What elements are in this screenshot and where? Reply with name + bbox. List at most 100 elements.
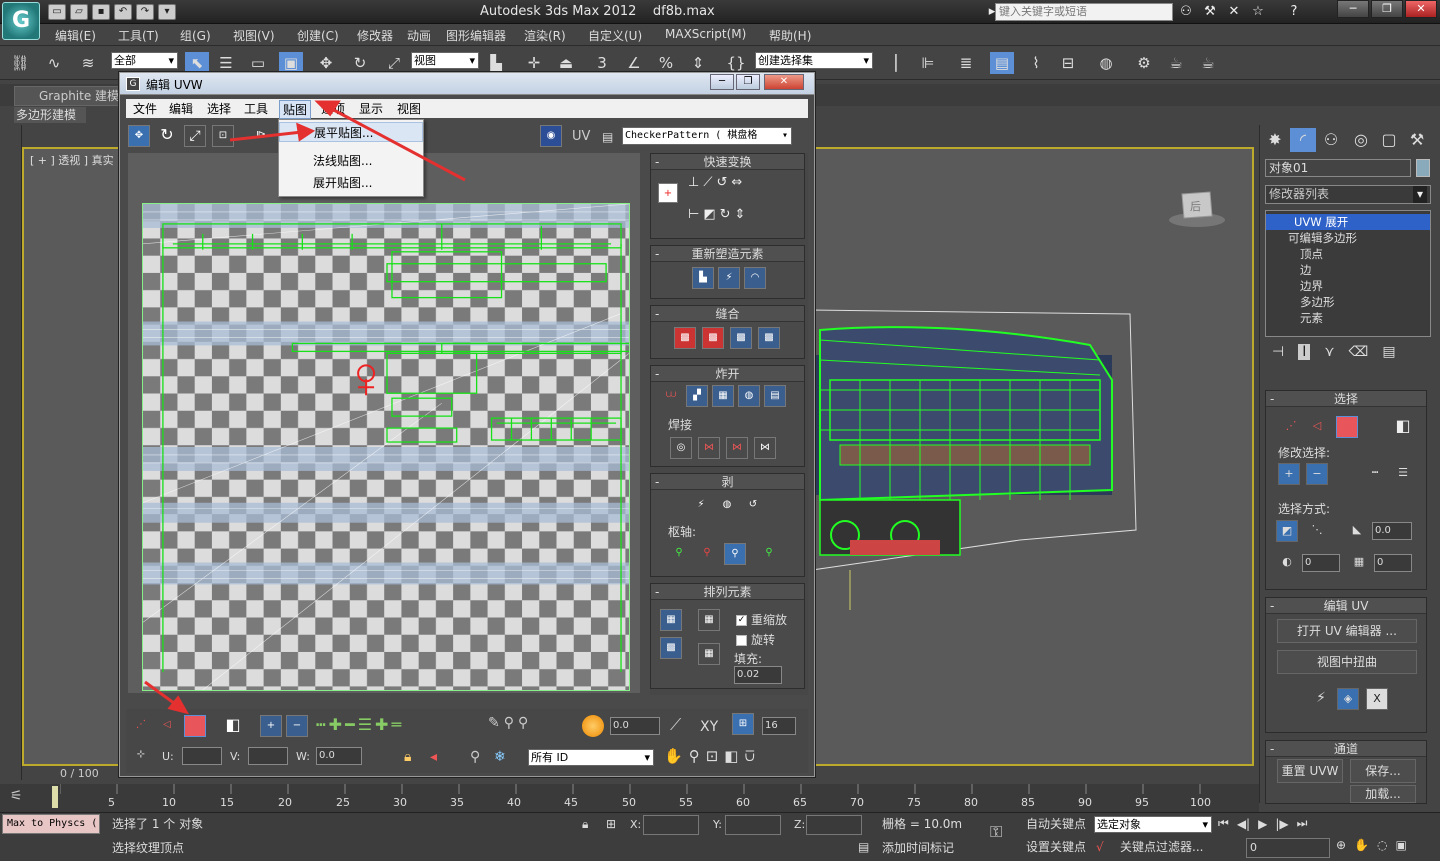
select-manipulate-icon[interactable]: ✛ xyxy=(522,52,546,74)
modifier-list-dropdown[interactable]: 修改器列表 xyxy=(1265,185,1431,204)
align-vertical-icon[interactable]: ⊢ xyxy=(688,207,699,222)
save-uvw-button[interactable]: 保存... xyxy=(1350,759,1416,783)
menu-group[interactable]: 组(G) xyxy=(180,27,211,44)
u-spinner[interactable] xyxy=(182,747,222,765)
time-tag-icon[interactable]: ▤ xyxy=(858,840,869,854)
stack-editable-poly[interactable]: 可编辑多边形 xyxy=(1266,230,1430,246)
pack-custom-icon[interactable]: ▦ xyxy=(660,609,682,631)
uv-polygon-mode-icon[interactable] xyxy=(184,715,206,737)
planar-angle-spinner[interactable]: 0.0 xyxy=(1372,522,1412,540)
uvw-move-icon[interactable]: ✥ xyxy=(128,125,150,147)
stack-border[interactable]: 边界 xyxy=(1266,278,1430,294)
stitch-average-icon[interactable]: ▩ xyxy=(702,327,724,349)
material-id-filter-dropdown[interactable]: 所有 ID xyxy=(528,749,654,766)
window-crossing-icon[interactable]: ▣ xyxy=(279,52,303,74)
edge-distance-spinner[interactable]: 16 xyxy=(762,717,796,735)
stack-edge[interactable]: 边 xyxy=(1266,262,1430,278)
pack-rescale-icon[interactable]: ▦ xyxy=(698,643,720,665)
menu-edit[interactable]: 编辑(E) xyxy=(55,27,96,44)
uvw-menu-edit[interactable]: 编辑 xyxy=(166,100,196,117)
layer-manager-icon[interactable]: ≣ xyxy=(954,52,978,74)
time-slider-handle[interactable] xyxy=(52,786,58,808)
modifier-stack[interactable]: UVW 展开 可编辑多边形 顶点 边 边界 多边形 元素 xyxy=(1265,210,1431,337)
menu-customize[interactable]: 自定义(U) xyxy=(588,27,642,44)
remove-modifier-icon[interactable]: ⌫ xyxy=(1349,344,1369,360)
break-icon[interactable]: ⩊ xyxy=(660,385,682,407)
flatten-by-material-icon[interactable]: ▤ xyxy=(764,385,786,407)
uvw-menu-display[interactable]: 显示 xyxy=(356,100,386,117)
reference-coord-dropdown[interactable]: 视图 xyxy=(411,52,479,69)
open-file-icon[interactable]: ▱ xyxy=(70,4,88,20)
viewport-label[interactable]: [ + ] 透视 ] 真实 ] xyxy=(30,152,121,168)
snap-icon[interactable]: ⩂ xyxy=(744,747,755,765)
uvw-maximize-button[interactable]: ❐ xyxy=(736,74,760,90)
rect-selection-icon[interactable]: ▭ xyxy=(246,52,270,74)
smoothing-group-spinner[interactable]: 0 xyxy=(1302,554,1340,572)
peel-title[interactable]: 剥 xyxy=(651,474,804,490)
display-tab-icon[interactable]: ▢ xyxy=(1376,128,1402,152)
lock-selection-icon[interactable]: 🔒︎ xyxy=(404,749,411,765)
ring-grow-icon[interactable]: ✚ xyxy=(375,715,388,734)
flatten-by-polygon-icon[interactable]: ▦ xyxy=(712,385,734,407)
channel-rollout-title[interactable]: 通道 xyxy=(1266,741,1426,757)
pack-normalize-icon[interactable]: ▦ xyxy=(698,609,720,631)
select-pin-icon[interactable]: ⚲ xyxy=(758,543,780,565)
uvw-menu-file[interactable]: 文件 xyxy=(130,100,160,117)
viewcube-icon[interactable]: 后 xyxy=(1168,186,1226,228)
stack-element[interactable]: 元素 xyxy=(1266,310,1430,326)
space-vertical-icon[interactable]: ⇕ xyxy=(735,207,746,222)
minimize-button[interactable]: ─ xyxy=(1337,0,1369,18)
filter-icon[interactable]: ⚲ xyxy=(470,749,480,765)
maxscript-listener-field[interactable]: Max to Physcs ( xyxy=(2,814,100,834)
select-rotate-icon[interactable]: ↻ xyxy=(348,52,372,74)
select-by-smoothing-icon[interactable]: ◐ xyxy=(1276,552,1298,574)
stitch-title[interactable]: 缝合 xyxy=(651,306,804,322)
auto-key-selection-dropdown[interactable]: 选定对象 xyxy=(1094,816,1212,833)
edit-uvw-titlebar[interactable]: G 编辑 UVW ─ ❐ ✕ xyxy=(120,73,814,95)
graphite-toggle-icon[interactable]: ▤ xyxy=(990,52,1014,74)
falloff-curve-icon[interactable]: ⟋ xyxy=(670,715,681,735)
peel-mode-icon[interactable]: ◍ xyxy=(716,495,738,517)
weld-threshold-icon[interactable]: ⋈ xyxy=(754,437,776,459)
weld-all-selected-icon[interactable]: ⋈ xyxy=(726,437,748,459)
ring-shrink-icon[interactable]: ═ xyxy=(391,715,401,734)
stack-polygon[interactable]: 多边形 xyxy=(1266,294,1430,310)
planar-map-icon[interactable]: ◈ xyxy=(1337,688,1359,710)
zoom-icon[interactable]: ⚲ xyxy=(689,747,700,765)
snap-toggle-icon[interactable]: 3 xyxy=(590,52,614,74)
select-by-edge-icon[interactable]: ⋱ xyxy=(1306,520,1328,542)
stitch-to-target-icon[interactable]: ▩ xyxy=(674,327,696,349)
close-search-icon[interactable]: ✕ xyxy=(1224,3,1244,21)
v-spinner[interactable] xyxy=(248,747,288,765)
uvw-menu-tools[interactable]: 工具 xyxy=(241,100,271,117)
relax-icon[interactable]: ⚡ xyxy=(718,267,740,289)
app-logo-icon[interactable]: G xyxy=(2,2,40,40)
search-input[interactable]: 键入关键字或短语 xyxy=(995,3,1173,21)
normal-mapping-item[interactable]: 法线贴图... xyxy=(279,151,423,171)
align-icon[interactable]: ⊫ xyxy=(916,52,940,74)
train-model[interactable] xyxy=(800,300,1140,610)
link-icon[interactable]: ⛓ xyxy=(8,52,32,74)
key-mode-icon[interactable]: ⚿ xyxy=(990,822,1002,842)
rotate-option[interactable]: 旋转 xyxy=(736,631,775,648)
render-setup-icon[interactable]: ⚙ xyxy=(1132,52,1156,74)
menu-view[interactable]: 视图(V) xyxy=(233,27,275,44)
loop-grow-icon[interactable]: ┅ xyxy=(316,715,326,734)
restore-button[interactable]: ❐ xyxy=(1371,0,1403,18)
configure-sets-icon[interactable]: ▤ xyxy=(1382,344,1395,360)
edit-named-sel-icon[interactable]: {} xyxy=(724,52,748,74)
goto-end-icon[interactable]: ⏭ xyxy=(1297,816,1308,831)
vertex-select-icon[interactable]: ⋰ xyxy=(1280,416,1302,438)
utilities-tab-icon[interactable]: ⚒ xyxy=(1404,128,1430,152)
transform-type-in-icon[interactable]: ⊹ xyxy=(130,745,152,767)
polygon-modeling-tab[interactable]: 多边形建模 xyxy=(14,107,86,123)
pan-view-icon[interactable]: ✋ xyxy=(1354,838,1369,852)
edge-distance-icon[interactable]: ⊞ xyxy=(732,713,754,735)
zoom-icon[interactable]: ⊕ xyxy=(1336,838,1346,852)
unlink-icon[interactable]: ∿ xyxy=(42,52,66,74)
target-weld-icon[interactable]: ◎ xyxy=(670,437,692,459)
uvw-freeform-icon[interactable]: ⊡ xyxy=(212,125,234,147)
menu-modifiers[interactable]: 修改器 xyxy=(357,27,393,44)
uvw-show-map-icon[interactable]: ◉ xyxy=(540,125,562,147)
help-icon[interactable]: ? xyxy=(1284,3,1304,21)
